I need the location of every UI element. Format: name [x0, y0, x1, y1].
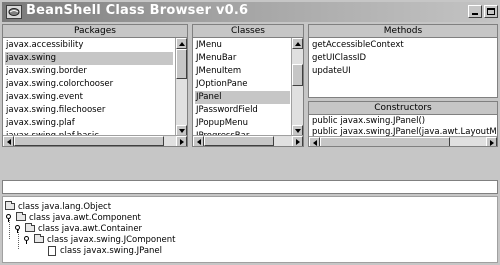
scroll-up-button[interactable] [292, 38, 303, 49]
methods-panel: Methods getAccessibleContext getUIClassI… [308, 24, 498, 98]
method-item[interactable]: getUIClassID [311, 52, 366, 65]
bean-icon [6, 5, 22, 19]
package-item[interactable]: javax.swing.filechooser [5, 104, 173, 117]
package-item[interactable]: javax.swing.border [5, 65, 173, 78]
browser-window: BeanShell Class Browser v0.6 Packages ja… [0, 0, 500, 265]
title-bar[interactable]: BeanShell Class Browser v0.6 [2, 2, 498, 22]
scroll-right-button[interactable] [176, 136, 187, 146]
file-icon [48, 246, 56, 256]
classes-header: Classes [193, 25, 303, 38]
class-item[interactable]: JMenu [195, 39, 290, 52]
maximize-button[interactable] [484, 5, 498, 18]
package-item[interactable]: javax.swing.event [5, 91, 173, 104]
scroll-thumb[interactable] [204, 136, 274, 146]
folder-icon [25, 223, 35, 232]
left-arrow-icon [313, 140, 317, 146]
constructors-horizontal-scrollbar[interactable] [309, 136, 497, 146]
maximize-icon [487, 8, 495, 15]
packages-horizontal-scrollbar[interactable] [3, 135, 187, 146]
method-item[interactable]: updateUI [311, 65, 351, 78]
constructors-header: Constructors [309, 102, 497, 115]
scroll-right-button[interactable] [486, 137, 497, 146]
right-arrow-icon [180, 139, 184, 145]
classes-vertical-scrollbar[interactable] [291, 38, 303, 136]
scroll-thumb[interactable] [320, 137, 450, 146]
class-item[interactable]: JOptionPane [195, 78, 290, 91]
scroll-left-button[interactable] [193, 136, 204, 146]
right-arrow-icon [296, 139, 300, 145]
class-item[interactable]: JMenuItem [195, 65, 290, 78]
right-arrow-icon [490, 140, 494, 146]
output-text-field[interactable] [2, 180, 498, 194]
classes-panel: Classes JMenu JMenuBar JMenuItem JOption… [192, 24, 304, 147]
tree-node-selected[interactable]: class javax.swing.JPanel [47, 245, 347, 257]
class-hierarchy-tree: class java.lang.Object class java.awt.Co… [2, 196, 498, 263]
tree-node-label: class javax.swing.JPanel [60, 246, 163, 256]
up-arrow-icon [295, 42, 301, 46]
packages-vertical-scrollbar[interactable] [175, 38, 187, 136]
class-item[interactable]: JPopupMenu [195, 117, 290, 130]
down-arrow-icon [295, 129, 301, 133]
scroll-right-button[interactable] [292, 136, 303, 146]
package-item-selected[interactable]: javax.swing [5, 52, 173, 65]
method-item[interactable]: getAccessibleContext [311, 39, 404, 52]
class-item[interactable]: JPasswordField [195, 104, 290, 117]
left-arrow-icon [7, 139, 11, 145]
package-item[interactable]: javax.accessibility [5, 39, 173, 52]
left-arrow-icon [197, 139, 201, 145]
class-item-selected[interactable]: JPanel [195, 91, 290, 104]
methods-header: Methods [309, 25, 497, 38]
constructors-panel: Constructors public javax.swing.JPanel()… [308, 101, 498, 147]
window-title: BeanShell Class Browser v0.6 [26, 3, 249, 18]
minimize-button[interactable] [468, 5, 482, 18]
scroll-thumb[interactable] [292, 64, 303, 86]
classes-horizontal-scrollbar[interactable] [193, 135, 303, 146]
folder-icon [16, 212, 26, 221]
package-item[interactable]: javax.swing.plaf [5, 117, 173, 130]
tree-expand-handle-icon[interactable] [14, 225, 21, 233]
scroll-thumb[interactable] [14, 136, 164, 146]
minimize-icon [472, 13, 478, 15]
up-arrow-icon [179, 42, 185, 46]
scroll-up-button[interactable] [176, 38, 187, 49]
scroll-thumb[interactable] [176, 49, 187, 79]
scroll-left-button[interactable] [309, 137, 320, 146]
tree-expand-handle-icon[interactable] [5, 214, 12, 222]
packages-panel: Packages javax.accessibility javax.swing… [2, 24, 188, 147]
scroll-left-button[interactable] [3, 136, 14, 146]
down-arrow-icon [179, 129, 185, 133]
package-item[interactable]: javax.swing.colorchooser [5, 78, 173, 91]
tree-expand-handle-icon[interactable] [23, 236, 30, 244]
folder-icon [5, 201, 15, 210]
folder-icon [34, 234, 44, 243]
class-item[interactable]: JMenuBar [195, 52, 290, 65]
packages-header: Packages [3, 25, 187, 38]
